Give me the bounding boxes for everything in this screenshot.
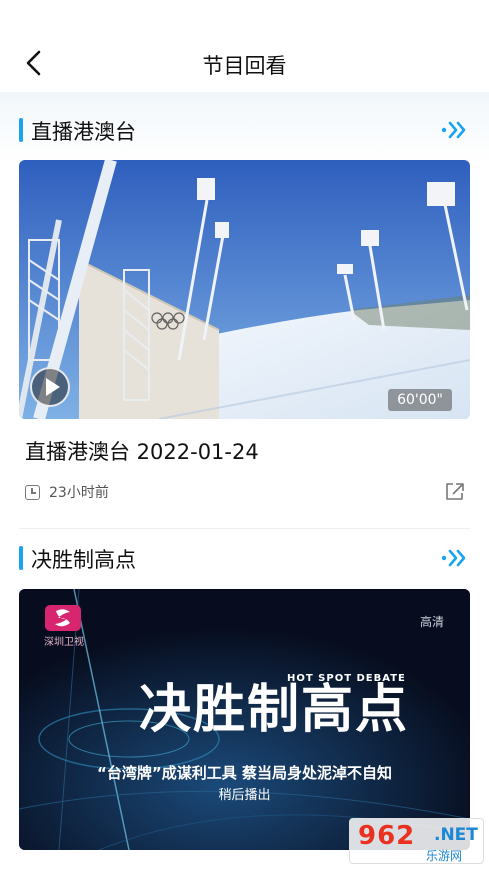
section-divider — [19, 528, 470, 529]
section-title: 决胜制高点 — [31, 548, 136, 572]
section-header-2: 决胜制高点 — [0, 530, 489, 592]
watermark-number: 962 — [358, 821, 416, 851]
section-accent-bar — [19, 118, 23, 142]
app-header: 节目回看 — [0, 0, 489, 92]
clock-icon — [25, 484, 40, 500]
double-chevron-right-icon[interactable] — [441, 120, 471, 140]
ski-slope-image — [19, 160, 470, 419]
watermark-site-name: 乐游网 — [426, 849, 463, 863]
double-chevron-right-icon[interactable] — [441, 548, 471, 568]
video-thumbnail[interactable]: 60'00" — [19, 160, 470, 419]
show-title-english: HOT SPOT DEBATE — [287, 673, 406, 684]
section-accent-bar — [19, 546, 23, 570]
channel-logo-text: 深圳卫视 — [44, 637, 84, 648]
shenzhen-tv-logo — [45, 605, 81, 631]
play-icon[interactable] — [30, 367, 70, 407]
page-title: 节目回看 — [202, 54, 287, 78]
section-title: 直播港澳台 — [31, 120, 136, 144]
program-thumbnail[interactable]: 深圳卫视 高清 决胜制高点 HOT SPOT DEBATE “台湾牌”成谋利工具… — [19, 589, 470, 850]
video-time-ago: 23小时前 — [49, 485, 109, 501]
video-meta: 23小时前 — [25, 482, 109, 502]
broadcast-status: 稍后播出 — [218, 788, 271, 803]
episode-subtitle: “台湾牌”成谋利工具 蔡当局身处泥淖不自知 — [97, 764, 392, 782]
video-duration: 60'00" — [388, 389, 452, 411]
video-title[interactable]: 直播港澳台 2022-01-24 — [25, 436, 259, 466]
site-watermark: 962 .NET 乐游网 — [349, 818, 484, 864]
watermark-net: .NET — [434, 825, 478, 845]
share-icon[interactable] — [444, 481, 466, 501]
quality-badge: 高清 — [419, 615, 444, 629]
section-header-1: 直播港澳台 — [0, 100, 489, 162]
